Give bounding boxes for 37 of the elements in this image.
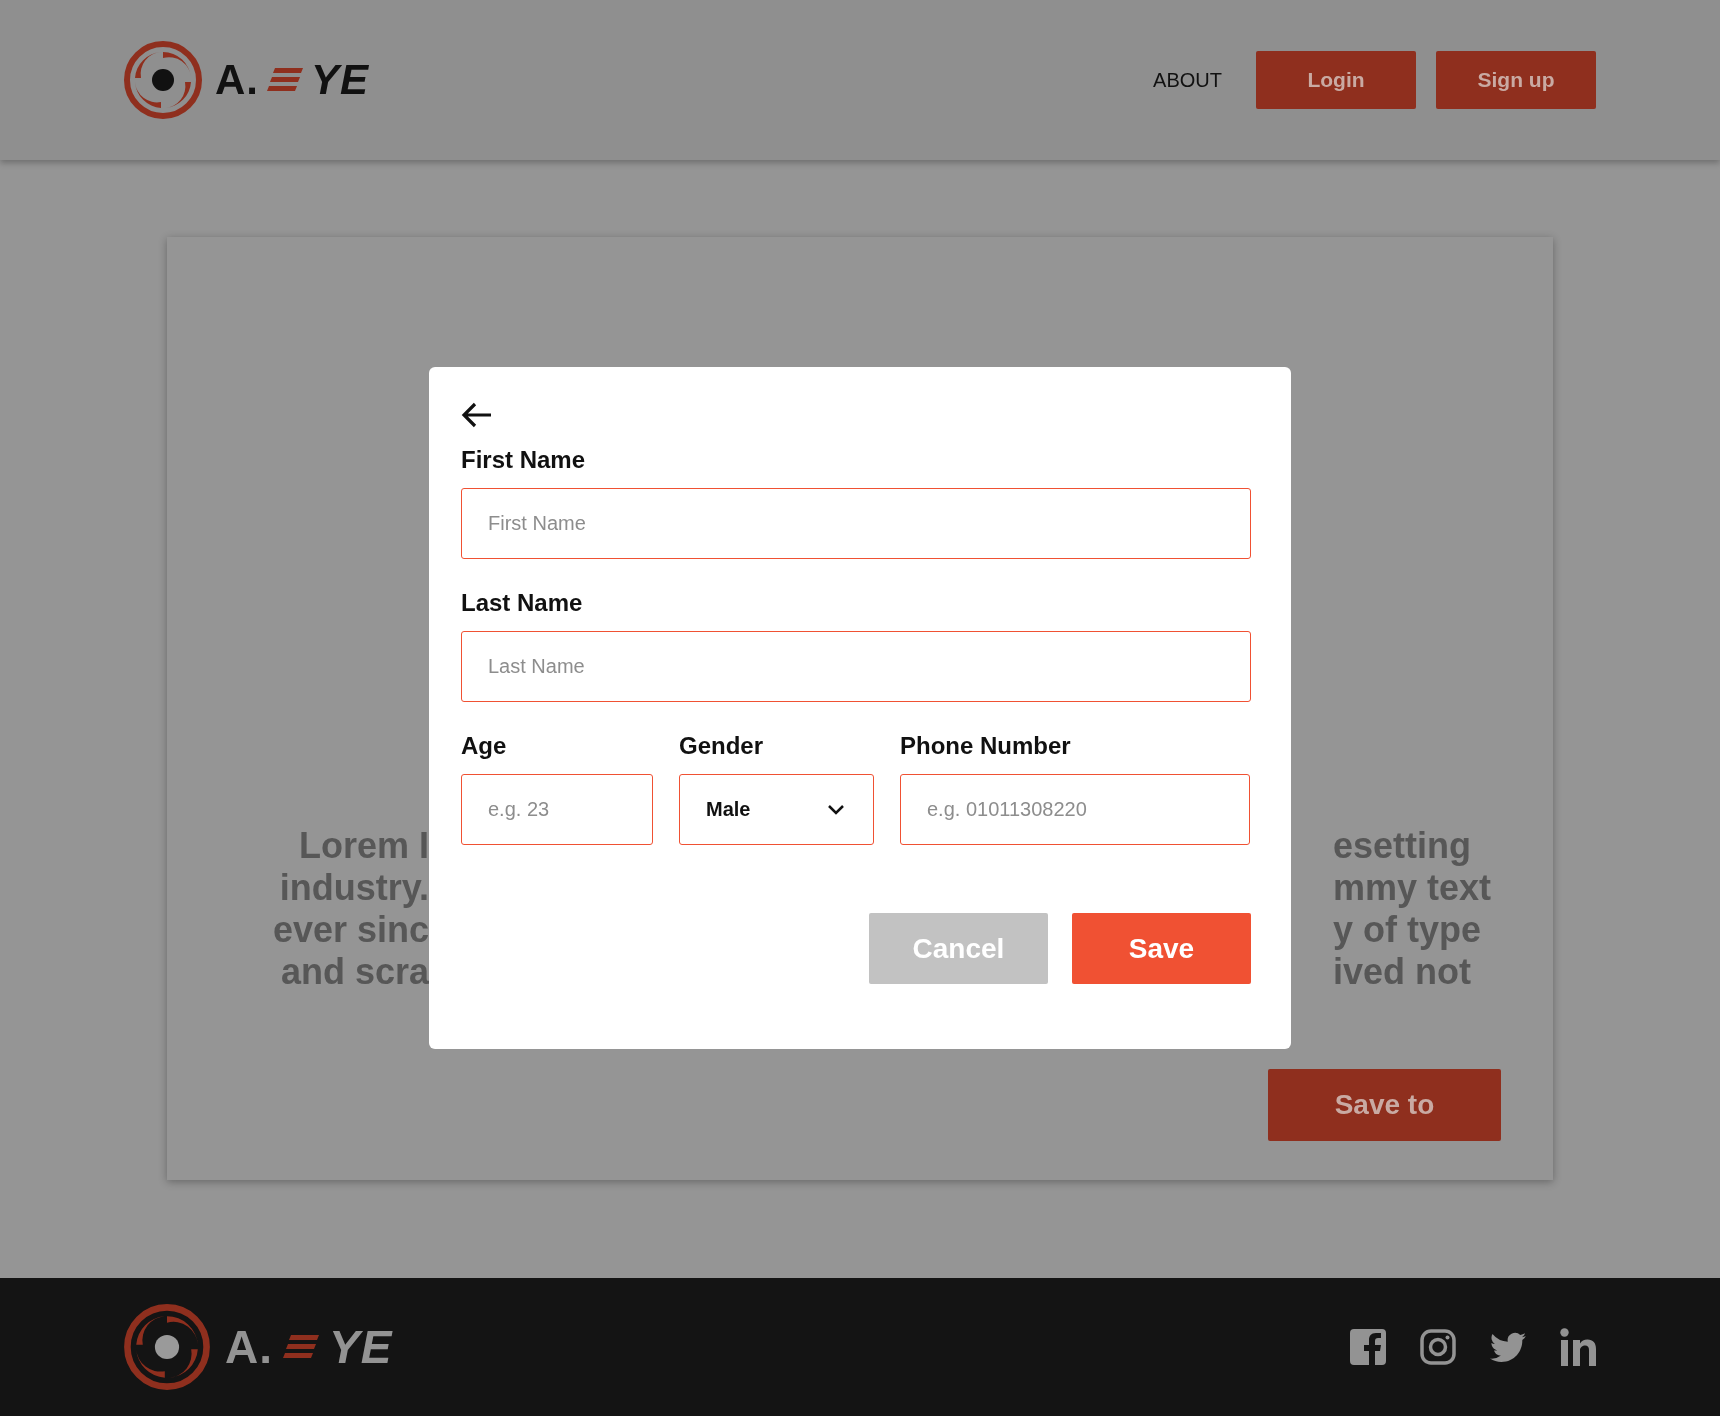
back-arrow-icon[interactable] [461, 402, 493, 428]
body-text: esetting [1333, 825, 1472, 867]
body-text: industry. [279, 867, 429, 909]
field-label: Age [461, 732, 508, 760]
body-text: ived not [1333, 951, 1471, 993]
logo-text: YE [311, 56, 370, 104]
text-field[interactable]: e.g. 23 [461, 774, 653, 845]
linkedin-icon[interactable] [1560, 1328, 1596, 1366]
save-to-button[interactable]: Save to [1268, 1069, 1501, 1141]
text-field[interactable]: e.g. 01011308220 [900, 774, 1250, 845]
bird-icon[interactable] [1490, 1332, 1526, 1362]
text-field[interactable]: Last Name [461, 631, 1251, 702]
instagram-icon[interactable] [1420, 1329, 1456, 1365]
stripes-icon [283, 1333, 319, 1361]
field-label: Phone Number [900, 732, 1072, 760]
field-label: First Name [461, 446, 587, 474]
chevron-down-icon [827, 804, 845, 815]
text-field[interactable]: First Name [461, 488, 1251, 559]
body-text: Lorem I [298, 825, 429, 867]
logo-text: YE [329, 1320, 393, 1374]
gender-dropdown[interactable]: Male [679, 774, 874, 845]
body-text: and scra [280, 951, 429, 993]
about-link[interactable]: ABOUT [1153, 68, 1222, 92]
save-button[interactable]: Save [1072, 913, 1251, 984]
body-text: y of type [1333, 909, 1482, 951]
field-label: Gender [679, 732, 765, 760]
field-label: Last Name [461, 589, 584, 617]
body-text: ever sinc [272, 909, 429, 951]
stripes-icon [267, 66, 303, 94]
body-text: mmy text [1333, 867, 1492, 909]
logo-text: A. [225, 1320, 273, 1374]
logo-icon [123, 1303, 211, 1391]
nav-button[interactable]: Sign up [1436, 51, 1596, 109]
logo-text: A. [215, 56, 259, 104]
nav-button[interactable]: Login [1256, 51, 1416, 109]
logo-icon [123, 40, 203, 120]
facebook-icon[interactable] [1350, 1329, 1386, 1365]
